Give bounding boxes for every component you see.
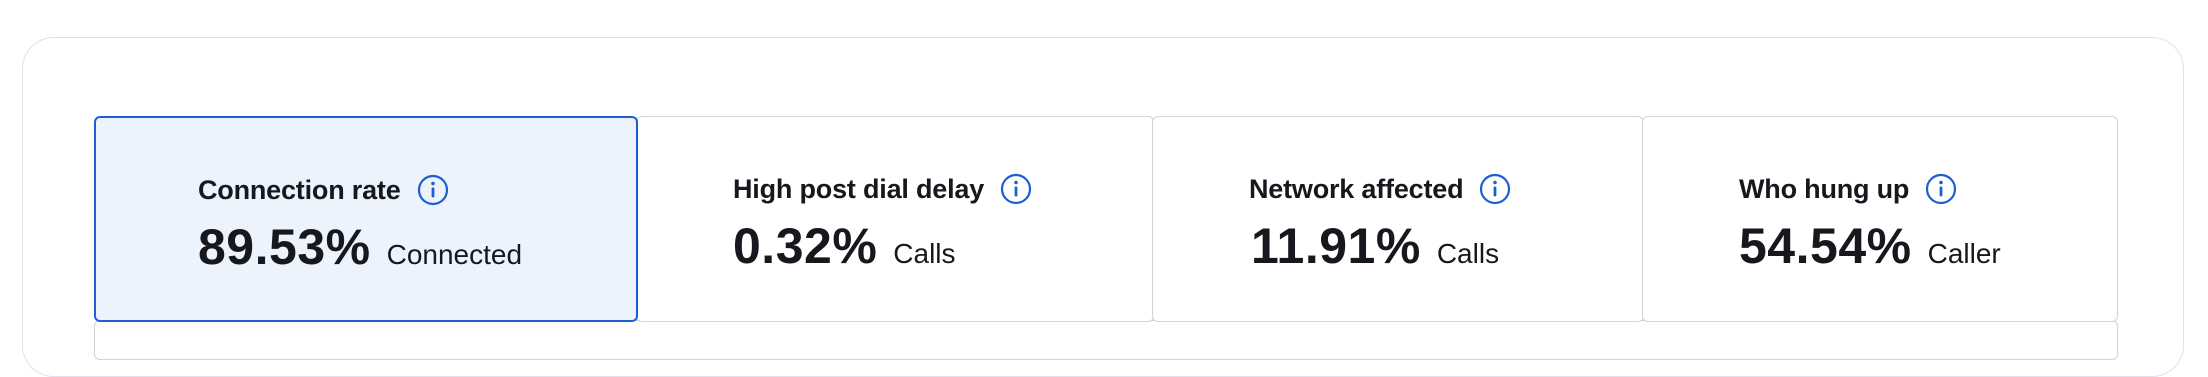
info-icon[interactable] xyxy=(1479,173,1511,205)
metric-value: 89.53% xyxy=(198,219,371,275)
metric-tab-connection-rate[interactable]: Connection rate 89.53% Connected xyxy=(94,116,638,322)
metric-unit: Caller xyxy=(1927,238,2001,269)
metric-title: Network affected xyxy=(1249,173,1464,204)
metric-value: 54.54% xyxy=(1739,218,1912,274)
metric-title-row: Who hung up xyxy=(1739,171,1957,207)
info-icon[interactable] xyxy=(417,174,449,206)
metric-value: 11.91% xyxy=(1251,218,1421,274)
metric-tab-network-affected[interactable]: Network affected 11.91% Calls xyxy=(1152,116,1644,322)
info-icon[interactable] xyxy=(1925,173,1957,205)
metric-unit: Connected xyxy=(386,239,523,270)
metric-title: Connection rate xyxy=(198,174,401,205)
metric-title: High post dial delay xyxy=(733,173,985,204)
metric-unit: Calls xyxy=(1436,238,1500,269)
content-card xyxy=(94,320,2118,360)
metric-title-row: Network affected xyxy=(1249,171,1511,207)
metric-unit: Calls xyxy=(893,238,956,269)
info-icon[interactable] xyxy=(1000,173,1032,205)
metric-title-row: Connection rate xyxy=(198,172,449,208)
metric-value-row: 0.32% Calls xyxy=(733,217,956,275)
metric-tabs: Connection rate 89.53% Connected High po… xyxy=(94,116,2118,322)
metric-value-row: 11.91% Calls xyxy=(1251,217,1499,275)
metric-tab-who-hung-up[interactable]: Who hung up 54.54% Caller xyxy=(1642,116,2118,322)
metric-title: Who hung up xyxy=(1739,173,1910,204)
metric-title-row: High post dial delay xyxy=(733,171,1032,207)
metric-value: 0.32% xyxy=(733,218,878,274)
metric-value-row: 54.54% Caller xyxy=(1739,217,2001,275)
metric-tab-high-post-dial-delay[interactable]: High post dial delay 0.32% Calls xyxy=(636,116,1154,322)
metric-value-row: 89.53% Connected xyxy=(198,218,522,276)
